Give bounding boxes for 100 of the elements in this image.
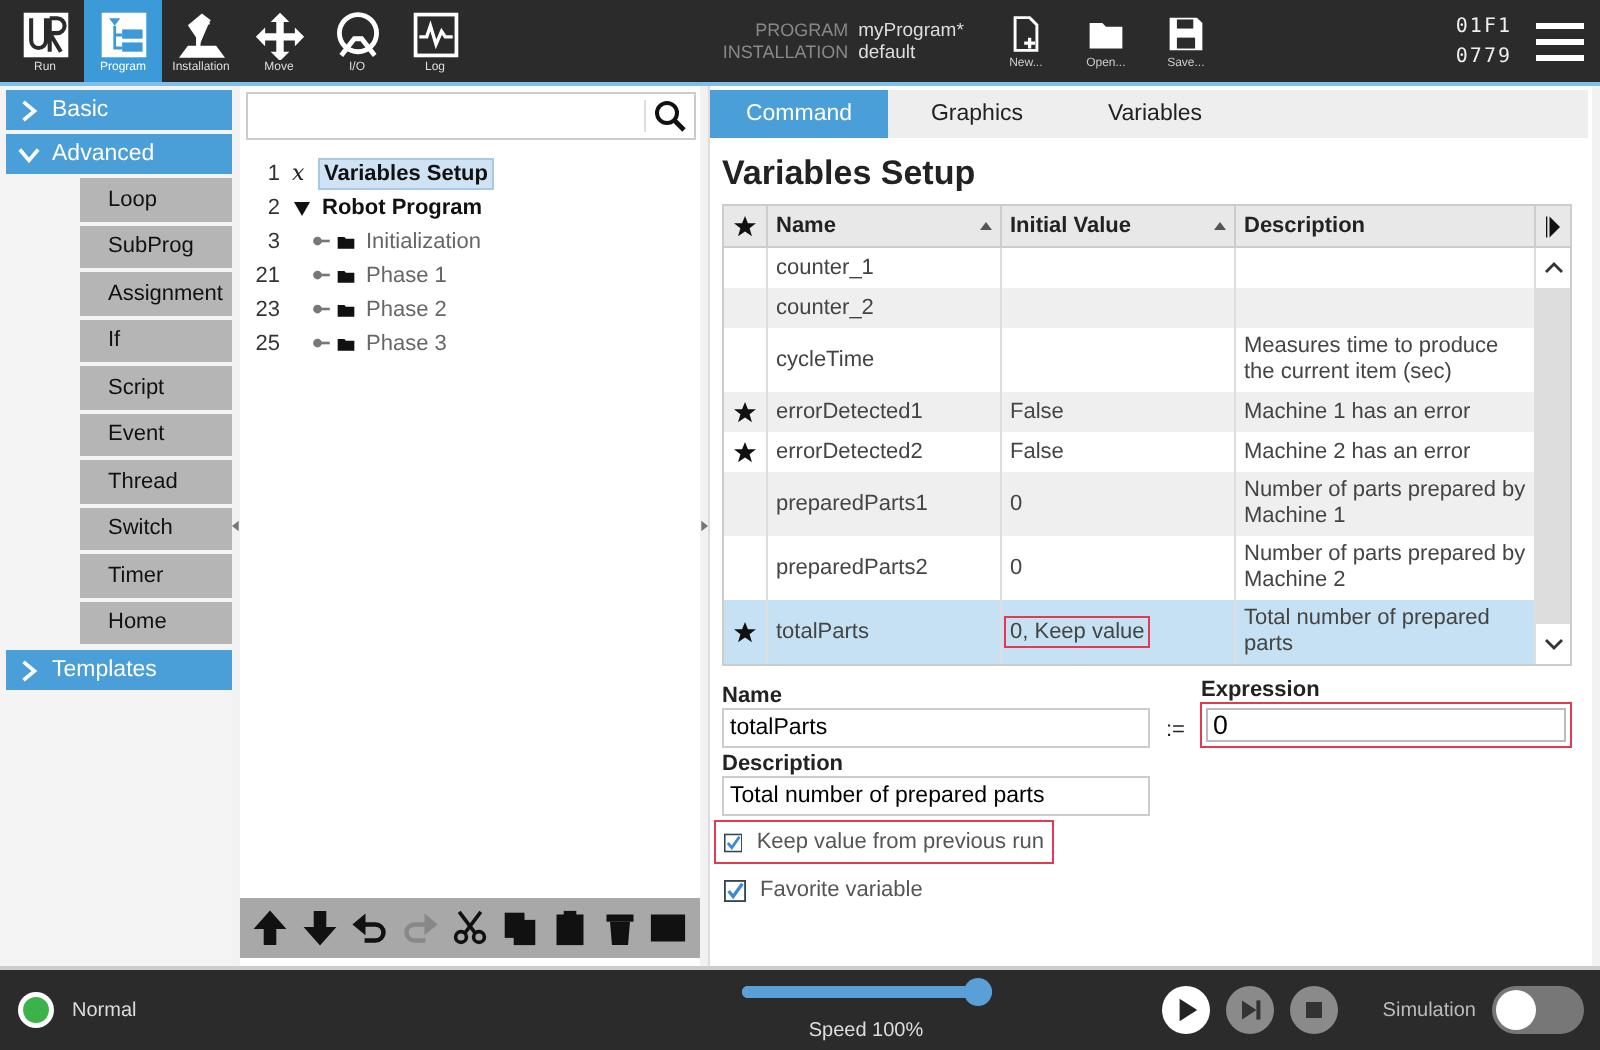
installation-label: INSTALLATION bbox=[722, 41, 849, 63]
table-cell[interactable]: Machine 1 has an error bbox=[1244, 399, 1471, 425]
table-cell[interactable]: Number of parts prepared by Machine 1 bbox=[1244, 478, 1526, 530]
line-number: 25 bbox=[253, 331, 280, 355]
table-cell[interactable]: errorDetected2 bbox=[776, 440, 923, 464]
program-node[interactable]: Initialization bbox=[362, 227, 485, 255]
robot-status: Normal bbox=[72, 999, 137, 1021]
play-button[interactable] bbox=[1162, 986, 1211, 1034]
column-header[interactable]: Description bbox=[1244, 214, 1526, 238]
scrollbar[interactable] bbox=[1536, 248, 1570, 664]
tab[interactable]: Graphics bbox=[888, 90, 1066, 138]
variable-symbol: x bbox=[292, 160, 307, 186]
column-header[interactable]: Initial Value bbox=[1010, 214, 1214, 238]
star-icon[interactable] bbox=[734, 441, 756, 463]
program-node[interactable]: Phase 1 bbox=[362, 261, 451, 289]
scissors-icon[interactable] bbox=[451, 910, 488, 946]
sort-arrow-icon[interactable] bbox=[1214, 222, 1226, 230]
star-icon bbox=[734, 215, 756, 237]
arrow-down-icon[interactable] bbox=[302, 910, 339, 946]
table-cell[interactable]: Number of parts prepared by Machine 2 bbox=[1244, 542, 1526, 594]
line-number: 3 bbox=[265, 229, 280, 253]
io-icon bbox=[331, 9, 383, 59]
chevron-right-icon bbox=[18, 659, 40, 681]
node-button[interactable]: Timer bbox=[80, 554, 232, 597]
program-tree-icon bbox=[97, 9, 149, 59]
program-node[interactable]: Phase 2 bbox=[362, 295, 451, 323]
node-button[interactable]: Loop bbox=[80, 178, 232, 221]
installation-name: default bbox=[858, 41, 918, 63]
table-cell[interactable]: preparedParts1 bbox=[776, 492, 928, 516]
star-icon[interactable] bbox=[734, 401, 756, 423]
scroll-up-icon[interactable] bbox=[1543, 262, 1563, 274]
assign-symbol: := bbox=[1166, 718, 1185, 742]
table-cell[interactable]: 0, Keep value bbox=[1004, 616, 1151, 648]
line-number: 1 bbox=[265, 161, 280, 185]
robot-arm-icon bbox=[175, 9, 227, 59]
table-cell[interactable]: 0 bbox=[1004, 552, 1029, 584]
checkbox-label[interactable]: Favorite variable bbox=[760, 878, 923, 902]
sort-arrow-icon[interactable] bbox=[980, 222, 992, 230]
clipboard-icon[interactable] bbox=[551, 910, 588, 946]
chevron-right-icon bbox=[18, 99, 40, 121]
trash-icon[interactable] bbox=[601, 910, 638, 946]
simulation-label: Simulation bbox=[1382, 999, 1476, 1021]
table-cell[interactable]: totalParts bbox=[776, 620, 869, 644]
table-cell[interactable]: Machine 2 has an error bbox=[1244, 439, 1471, 465]
checked-checkbox[interactable] bbox=[724, 879, 746, 901]
simulation-toggle[interactable] bbox=[1492, 986, 1584, 1034]
node-button[interactable]: Script bbox=[80, 366, 232, 409]
checkbox-label[interactable]: Keep value from previous run bbox=[756, 830, 1044, 854]
program-node[interactable]: Variables Setup bbox=[318, 157, 494, 189]
table-cell[interactable]: errorDetected1 bbox=[776, 400, 923, 424]
node-button[interactable]: Assignment bbox=[80, 272, 232, 315]
copy-icon[interactable] bbox=[501, 910, 538, 946]
node-button[interactable]: SubProg bbox=[80, 225, 232, 268]
undo-icon[interactable] bbox=[352, 910, 389, 946]
search-icon[interactable] bbox=[644, 100, 686, 132]
table-cell[interactable]: counter_2 bbox=[776, 296, 874, 320]
logo-icon bbox=[19, 9, 71, 59]
menu-icon[interactable] bbox=[1536, 21, 1584, 61]
expression-field[interactable]: 0 bbox=[1200, 702, 1572, 748]
checked-checkbox[interactable] bbox=[724, 831, 743, 853]
stop-button[interactable] bbox=[1290, 986, 1339, 1034]
table-cell[interactable]: cycleTime bbox=[776, 348, 875, 372]
table-cell[interactable]: Measures time to produce the current item (sec) bbox=[1244, 334, 1526, 386]
table-cell[interactable]: Total number of prepared parts bbox=[1244, 606, 1526, 658]
field-label: Name bbox=[722, 684, 784, 708]
speed-label: Speed 100% bbox=[808, 1020, 924, 1042]
node-button[interactable]: Thread bbox=[80, 460, 232, 503]
collapsed-connector-icon[interactable] bbox=[312, 336, 330, 350]
collapsed-connector-icon[interactable] bbox=[312, 268, 330, 282]
tab[interactable]: Variables bbox=[1066, 90, 1244, 138]
name-field[interactable]: totalParts bbox=[722, 708, 1150, 748]
table-cell[interactable]: 0 bbox=[1004, 488, 1029, 520]
table-cell[interactable]: False bbox=[1004, 436, 1070, 468]
node-button[interactable]: Event bbox=[80, 413, 232, 456]
description-field[interactable]: Total number of prepared parts bbox=[722, 776, 1150, 816]
search-field[interactable] bbox=[246, 92, 696, 140]
scroll-down-icon[interactable] bbox=[1543, 638, 1563, 650]
table-cell[interactable]: counter_1 bbox=[776, 256, 874, 280]
node-button[interactable]: If bbox=[80, 319, 232, 362]
speed-slider[interactable] bbox=[741, 978, 991, 1006]
node-button[interactable]: Switch bbox=[80, 507, 232, 550]
node-button[interactable]: Home bbox=[80, 601, 232, 644]
star-icon[interactable] bbox=[734, 621, 756, 643]
table-cell[interactable]: False bbox=[1004, 396, 1070, 428]
program-name: myProgram* bbox=[858, 19, 964, 41]
line-number: 23 bbox=[253, 297, 280, 321]
field-label: Description bbox=[722, 752, 846, 776]
arrow-up-icon[interactable] bbox=[252, 910, 289, 946]
line-number: 2 bbox=[265, 195, 280, 219]
table-cell[interactable]: preparedParts2 bbox=[776, 556, 928, 580]
program-node[interactable]: Phase 3 bbox=[362, 329, 451, 357]
column-toggle-icon[interactable] bbox=[1546, 215, 1560, 237]
step-button[interactable] bbox=[1226, 986, 1275, 1034]
move-arrows-icon bbox=[253, 9, 305, 59]
serial-code: 01F1 bbox=[1455, 15, 1512, 37]
program-node[interactable]: Robot Program bbox=[318, 193, 487, 221]
collapsed-connector-icon[interactable] bbox=[312, 234, 330, 248]
collapsed-connector-icon[interactable] bbox=[312, 302, 330, 316]
column-header[interactable]: Name bbox=[776, 214, 980, 238]
expanded-caret-icon[interactable] bbox=[292, 197, 312, 217]
